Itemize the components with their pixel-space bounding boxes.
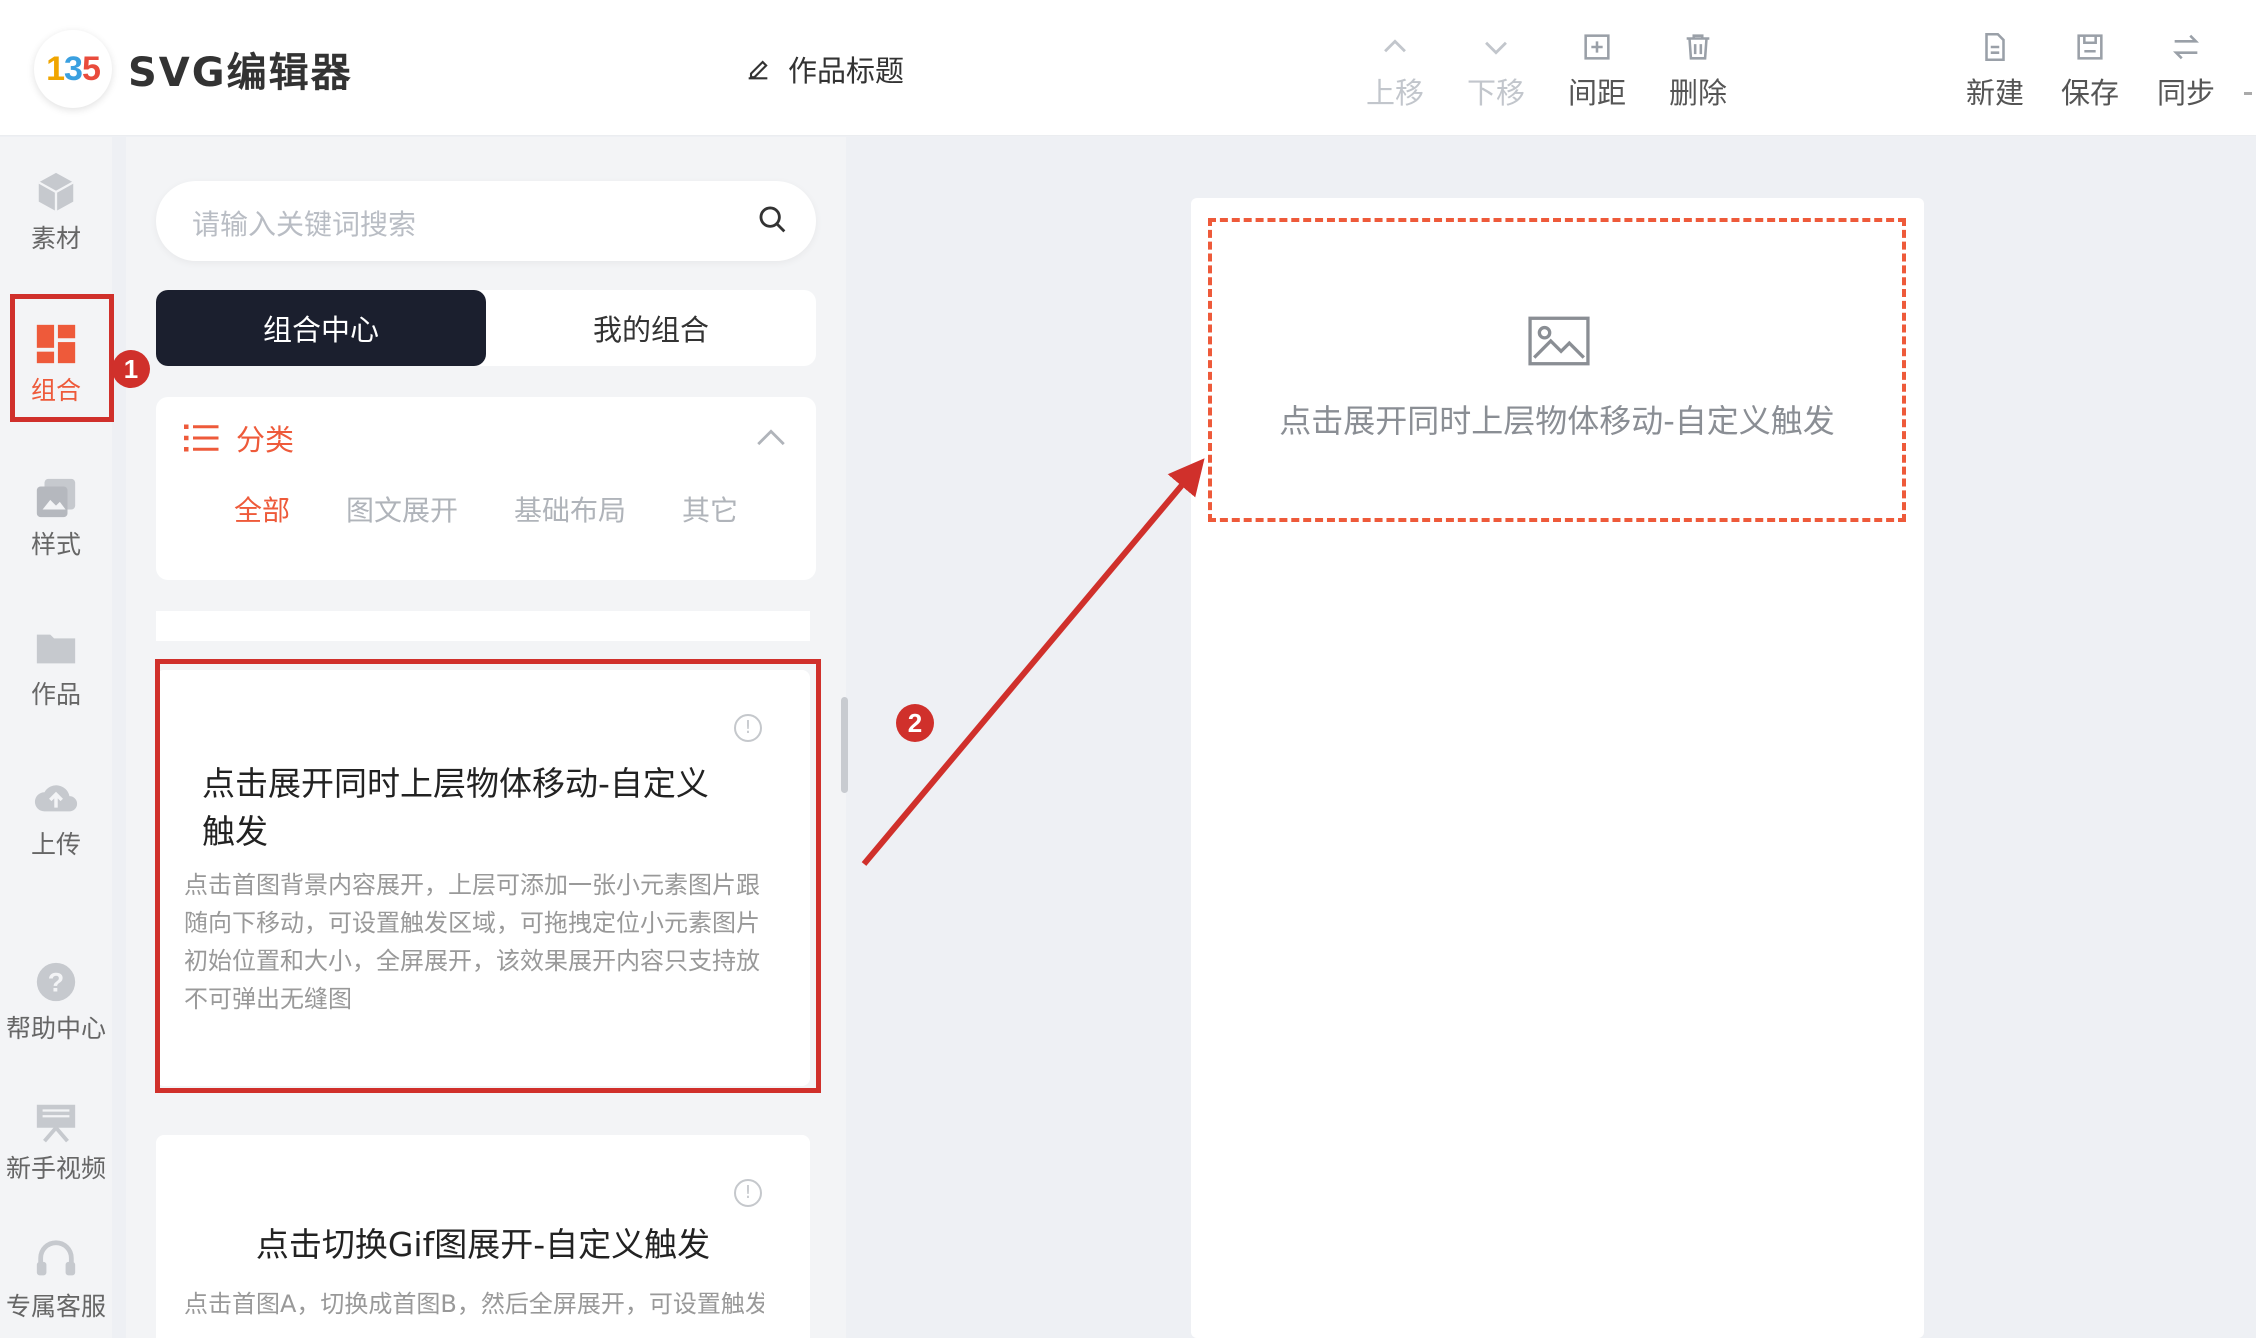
sync-button[interactable]: 同步 [2141,30,2231,112]
doc-title-editor[interactable]: 作品标题 [744,48,904,90]
category-option-image-text[interactable]: 图文展开 [346,489,458,529]
sync-label: 同步 [2156,76,2215,110]
nav-item-support[interactable]: 专属客服 [0,1237,112,1323]
chevron-down-icon [1485,41,1507,55]
previous-card-edge [156,611,810,641]
nav-label-style: 样式 [30,530,81,559]
move-up-button[interactable]: 上移 [1350,30,1440,112]
add-spacing-icon [1584,34,1610,60]
category-options: 全部 图文展开 基础布局 其它 [156,489,816,529]
new-file-icon [1985,32,2005,62]
combo-card-title: 点击切换Gif图展开-自定义触发 [255,1225,711,1264]
save-icon [2077,34,2103,60]
svg-text:?: ? [48,968,64,998]
headset-icon [36,1240,76,1276]
nav-label-help: 帮助中心 [5,1014,106,1043]
spacing-label: 间距 [1567,76,1626,110]
list-icon [184,424,219,452]
info-icon[interactable]: ! [734,1179,762,1207]
delete-label: 删除 [1668,76,1727,110]
chevron-up-icon[interactable] [754,425,788,449]
panel-scrollbar[interactable] [841,697,848,793]
editor-canvas[interactable]: 点击展开同时上层物体移动-自定义触发 [1191,198,1924,1338]
nav-label-works: 作品 [30,680,81,709]
category-filter: 分类 全部 图文展开 基础布局 其它 [156,397,816,580]
search-placeholder: 请输入关键词搜索 [192,208,417,241]
sync-icon [2173,34,2199,60]
tab-combo-center[interactable]: 组合中心 [156,290,486,366]
cloud-upload-icon [34,785,78,812]
nav-label-support: 专属客服 [5,1292,106,1321]
category-title: 分类 [236,423,295,457]
category-option-other[interactable]: 其它 [682,489,738,529]
save-button[interactable]: 保存 [2045,30,2135,112]
category-header[interactable]: 分类 [184,417,294,459]
combo-card[interactable]: ! 点击切换Gif图展开-自定义触发 点击首图A，切换成首图B，然后全屏展开，可… [156,1135,810,1338]
nav-item-style[interactable]: 样式 [0,475,112,561]
new-label: 新建 [1965,76,2024,110]
style-icon [36,478,76,518]
logo-mark: 135 [46,49,101,88]
nav-item-tutorial-video[interactable]: 新手视频 [0,1099,112,1185]
panel-tabs: 组合中心 我的组合 [156,290,816,366]
overflow-indicator [2244,92,2252,95]
move-up-label: 上移 [1365,76,1424,110]
nav-item-works[interactable]: 作品 [0,625,112,711]
nav-label-tutorial-video: 新手视频 [5,1154,106,1183]
placeholder-text: 点击展开同时上层物体移动-自定义触发 [1279,402,1835,440]
component-placeholder[interactable]: 点击展开同时上层物体移动-自定义触发 [1208,218,1906,522]
help-icon: ? [36,962,76,1002]
app-logo[interactable]: 135 [34,30,112,108]
tab-my-combos[interactable]: 我的组合 [486,290,816,366]
nav-item-help[interactable]: ? 帮助中心 [0,959,112,1045]
trash-icon [1686,34,1710,60]
annotation-step-2: 2 [896,704,934,742]
video-icon [36,1104,76,1143]
doc-title: 作品标题 [788,54,905,88]
save-label: 保存 [2060,76,2119,110]
category-option-all[interactable]: 全部 [234,489,290,529]
top-header: 135 SVG编辑器 作品标题 上移 下移 间距 删除 新建 保存 同步 [0,0,2256,136]
spacing-button[interactable]: 间距 [1552,30,1642,112]
chevron-up-icon [1384,39,1406,53]
category-option-basic-layout[interactable]: 基础布局 [514,489,626,529]
nav-label-assets: 素材 [30,224,81,253]
search-icon[interactable] [756,203,790,237]
move-down-label: 下移 [1466,76,1525,110]
cube-icon [38,172,74,212]
nav-label-upload: 上传 [30,830,81,859]
annotation-step-1: 1 [112,350,150,388]
image-icon [1528,316,1590,366]
folder-icon [36,634,76,664]
combo-card-description: 点击首图A，切换成首图B，然后全屏展开，可设置触发区域，如果B为gif图，则可从… [184,1290,764,1318]
nav-item-upload[interactable]: 上传 [0,775,112,861]
nav-item-assets[interactable]: 素材 [0,169,112,255]
move-down-button[interactable]: 下移 [1451,30,1541,112]
app-title: SVG编辑器 [128,50,353,96]
annotation-highlight-card [155,659,821,1093]
new-button[interactable]: 新建 [1950,30,2040,112]
annotation-highlight-nav [10,294,114,422]
edit-pencil-icon [748,60,768,80]
search-input[interactable]: 请输入关键词搜索 [156,181,816,261]
delete-button[interactable]: 删除 [1653,30,1743,112]
